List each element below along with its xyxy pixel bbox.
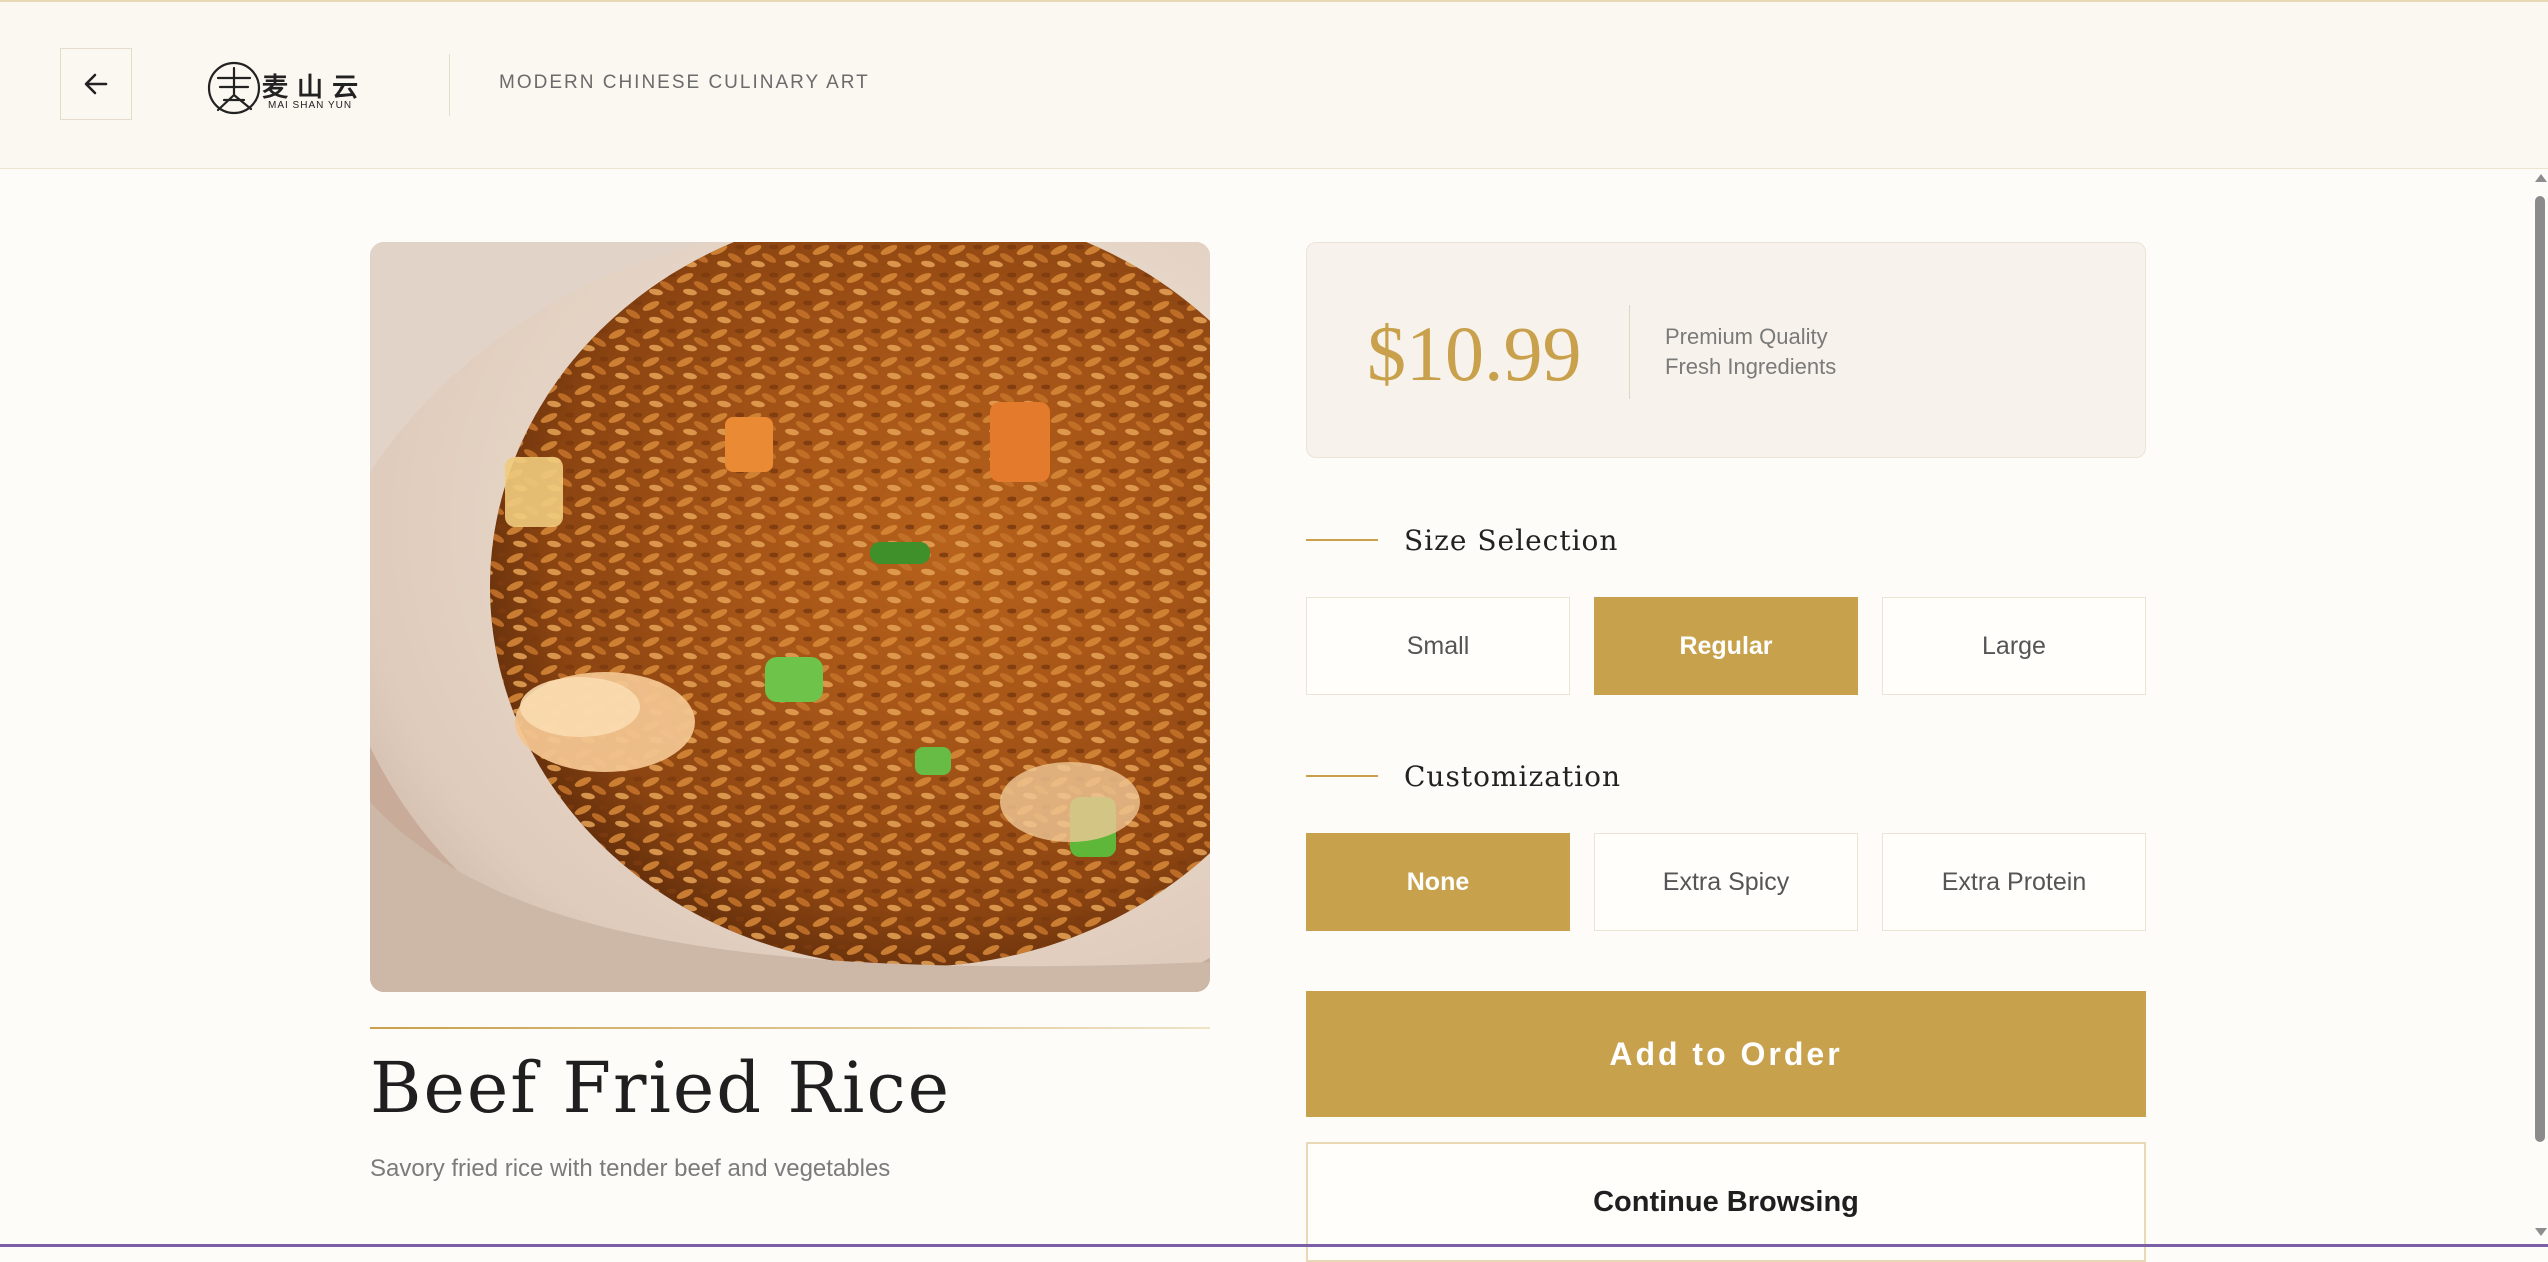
- add-to-order-button[interactable]: Add to Order: [1306, 991, 2146, 1117]
- size-option-large[interactable]: Large: [1882, 597, 2146, 695]
- section-accent-line: [1306, 775, 1378, 777]
- quality-notes: Premium Quality Fresh Ingredients: [1665, 322, 1836, 382]
- dish-description: Savory fried rice with tender beef and v…: [370, 1155, 891, 1182]
- customization-title: Customization: [1404, 759, 1621, 793]
- header-divider: [449, 54, 450, 116]
- size-option-small[interactable]: Small: [1306, 597, 1570, 695]
- scroll-up-arrow-icon[interactable]: [2535, 174, 2547, 182]
- svg-text:麦 山 云: 麦 山 云: [262, 73, 358, 103]
- size-option-regular[interactable]: Regular: [1594, 597, 1858, 695]
- quality-line-fresh: Fresh Ingredients: [1665, 354, 1837, 379]
- logo-subtitle: MAI SHAN YUN: [268, 100, 353, 111]
- scroll-down-arrow-icon[interactable]: [2535, 1228, 2547, 1236]
- dish-title: Beef Fried Rice: [370, 1047, 952, 1129]
- custom-option-extra-protein[interactable]: Extra Protein: [1882, 833, 2146, 931]
- title-divider: [370, 1027, 1210, 1029]
- price-divider: [1629, 305, 1630, 399]
- quality-line-premium: Premium Quality: [1665, 324, 1828, 349]
- section-accent-line: [1306, 539, 1378, 541]
- custom-option-none[interactable]: None: [1306, 833, 1570, 931]
- dish-price: $10.99: [1367, 310, 1582, 397]
- size-selection-heading: Size Selection: [1306, 520, 1618, 560]
- site-header: 麦 山 云 MAI SHAN YUN MODERN CHINESE CULINA…: [0, 2, 2548, 169]
- scrollbar-thumb[interactable]: [2535, 196, 2545, 1142]
- restaurant-logo[interactable]: 麦 山 云 MAI SHAN YUN: [206, 60, 366, 116]
- custom-option-extra-spicy[interactable]: Extra Spicy: [1594, 833, 1858, 931]
- customization-heading: Customization: [1306, 756, 1621, 796]
- back-button[interactable]: [60, 48, 132, 120]
- dish-photo: [370, 242, 1210, 992]
- header-tagline: MODERN CHINESE CULINARY ART: [499, 72, 870, 93]
- arrow-left-icon: [84, 73, 108, 95]
- size-selection-title: Size Selection: [1404, 523, 1619, 557]
- price-card: $10.99 Premium Quality Fresh Ingredients: [1306, 242, 2146, 458]
